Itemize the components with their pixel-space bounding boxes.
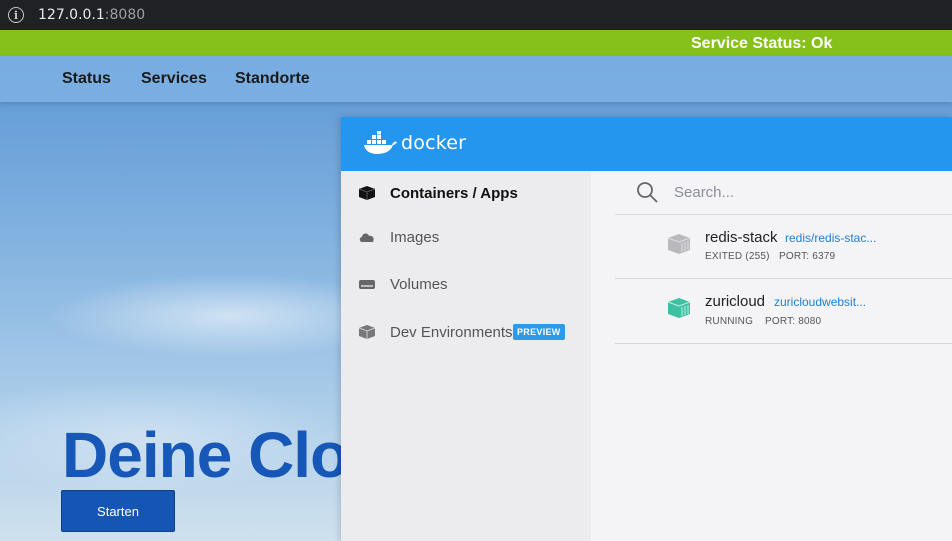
container-image-link[interactable]: redis/redis-stac... <box>785 231 876 245</box>
container-name: zuricloud <box>705 293 766 310</box>
volume-icon <box>359 280 375 289</box>
dev-environments-icon <box>358 325 376 339</box>
docker-header: docker <box>341 117 952 171</box>
browser-address-bar[interactable]: i 127.0.0.1:8080 <box>0 0 952 30</box>
sidebar-item-images[interactable]: Images <box>341 215 591 259</box>
sidebar-item-label: Images <box>390 228 440 246</box>
search-icon <box>637 182 658 203</box>
search-bar[interactable]: Search... <box>636 181 936 205</box>
hero-title: Deine Clou <box>62 419 387 491</box>
container-row-redis-stack[interactable]: redis-stack redis/redis-stac... EXITED (… <box>615 215 952 279</box>
container-stopped-icon <box>667 234 691 254</box>
service-status-text: Service Status: Ok <box>691 35 833 52</box>
docker-whale-icon <box>364 131 397 154</box>
nav-status-link[interactable]: Status <box>62 70 111 88</box>
preview-badge: PREVIEW <box>513 324 565 340</box>
docker-desktop-window: docker Containers / Apps Images Volumes <box>341 117 952 541</box>
search-input[interactable]: Search... <box>674 184 734 201</box>
container-icon <box>358 186 376 200</box>
cloud-icon <box>359 233 374 242</box>
container-port: PORT: 8080 <box>765 316 822 327</box>
sidebar-item-label: Volumes <box>390 275 448 293</box>
container-image-link[interactable]: zuricloudwebsit... <box>774 295 866 309</box>
service-status-bar: Service Status: Ok <box>0 30 952 56</box>
docker-logo: docker <box>363 131 466 155</box>
nav-services-link[interactable]: Services <box>141 70 207 88</box>
url-text[interactable]: 127.0.0.1:8080 <box>38 7 145 23</box>
top-navigation: Status Services Standorte <box>0 56 952 102</box>
sidebar-item-volumes[interactable]: Volumes <box>341 262 591 306</box>
sidebar-item-label: Dev Environments <box>390 323 513 341</box>
url-port: :8080 <box>104 7 146 23</box>
containers-list-panel: Search... redis-stack redis/redis-stac..… <box>591 171 952 541</box>
container-row-zuricloud[interactable]: zuricloud zuricloudwebsit... RUNNING POR… <box>615 279 952 344</box>
sidebar-item-containers[interactable]: Containers / Apps <box>341 171 591 215</box>
start-button[interactable]: Starten <box>61 490 175 532</box>
sidebar-item-label: Containers / Apps <box>390 184 518 202</box>
container-status: RUNNING <box>705 316 754 327</box>
container-running-icon <box>667 298 691 318</box>
docker-logo-text: docker <box>401 132 467 154</box>
url-host: 127.0.0.1 <box>38 7 105 23</box>
container-name: redis-stack <box>705 229 778 246</box>
site-info-icon[interactable]: i <box>8 7 24 23</box>
container-status: EXITED (255) <box>705 251 770 262</box>
nav-standorte-link[interactable]: Standorte <box>235 70 310 88</box>
docker-sidebar: Containers / Apps Images Volumes Dev Env… <box>341 171 591 541</box>
container-port: PORT: 6379 <box>779 251 836 262</box>
